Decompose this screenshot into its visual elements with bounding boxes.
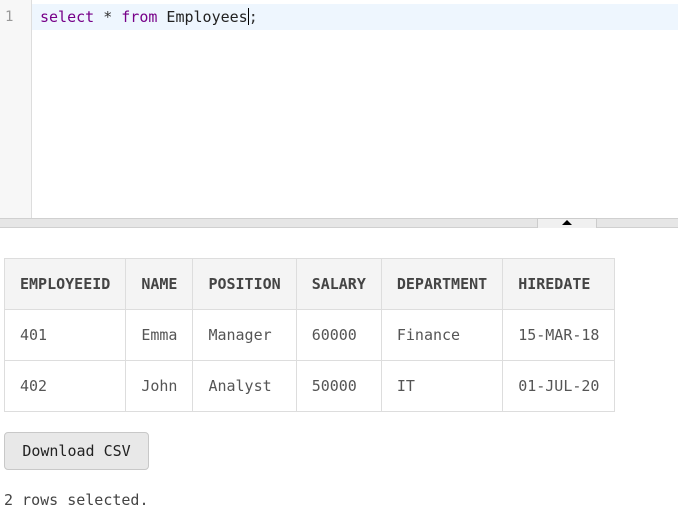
table-row: 401 Emma Manager 60000 Finance 15-MAR-18 bbox=[3, 309, 616, 361]
statement-terminator: ; bbox=[248, 8, 258, 26]
download-csv-button[interactable]: Download CSV bbox=[4, 432, 149, 470]
table-cell: 50000 bbox=[295, 360, 382, 412]
table-cell: 401 bbox=[3, 309, 127, 361]
table-cell: IT bbox=[380, 360, 504, 412]
caret-up-icon bbox=[562, 220, 572, 225]
select-star: * bbox=[94, 8, 122, 26]
sql-editor[interactable]: 1 select * from Employees; bbox=[0, 0, 678, 218]
column-header-position: POSITION bbox=[192, 258, 297, 310]
table-cell: Manager bbox=[192, 309, 297, 361]
results-table: EMPLOYEEID NAME POSITION SALARY DEPARTME… bbox=[3, 258, 616, 412]
keyword-select: select bbox=[40, 8, 95, 26]
table-cell: Emma bbox=[125, 309, 194, 361]
column-header-name: NAME bbox=[125, 258, 194, 310]
column-header-hiredate: HIREDATE bbox=[502, 258, 616, 310]
table-cell: 15-MAR-18 bbox=[502, 309, 616, 361]
table-cell: 60000 bbox=[295, 309, 382, 361]
header-row: EMPLOYEEID NAME POSITION SALARY DEPARTME… bbox=[3, 258, 616, 310]
pane-splitter[interactable] bbox=[0, 218, 678, 228]
line-gutter: 1 bbox=[0, 0, 32, 218]
table-cell: Finance bbox=[380, 309, 504, 361]
status-message: 2 rows selected. bbox=[4, 491, 149, 509]
table-cell: 01-JUL-20 bbox=[502, 360, 616, 412]
code-line[interactable]: select * from Employees; bbox=[40, 8, 258, 26]
column-header-employeeid: EMPLOYEEID bbox=[3, 258, 127, 310]
column-header-department: DEPARTMENT bbox=[380, 258, 504, 310]
table-cell: John bbox=[125, 360, 194, 412]
column-header-salary: SALARY bbox=[295, 258, 382, 310]
table-name: Employees bbox=[157, 8, 248, 26]
table-row: 402 John Analyst 50000 IT 01-JUL-20 bbox=[3, 360, 616, 412]
line-number: 1 bbox=[5, 9, 14, 25]
keyword-from: from bbox=[121, 8, 158, 26]
splitter-toggle-button[interactable] bbox=[537, 218, 597, 228]
table-cell: Analyst bbox=[192, 360, 297, 412]
table-cell: 402 bbox=[3, 360, 127, 412]
